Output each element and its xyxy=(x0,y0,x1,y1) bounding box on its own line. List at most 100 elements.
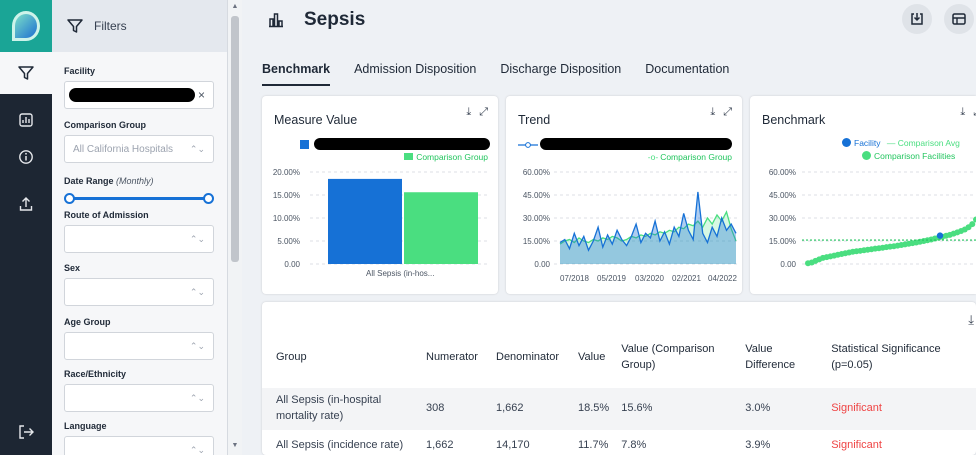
chevron-updown-icon: ⌃⌄ xyxy=(189,444,205,455)
download-report-button[interactable] xyxy=(902,4,932,34)
col-value-comparison[interactable]: Value (Comparison Group) xyxy=(615,328,739,388)
date-range-filter: Date Range (Monthly) xyxy=(64,176,214,204)
x-tick: 02/2021 xyxy=(672,274,701,283)
measure-value-card: Measure Value ⤓ ⤢ Comparison Group 20.00… xyxy=(262,96,498,294)
cell-value-comparison: 15.6% xyxy=(615,388,740,430)
cell-value-comparison: 7.8% xyxy=(621,439,647,452)
tab-admission-disposition[interactable]: Admission Disposition xyxy=(354,62,476,86)
cell-numerator: 308 xyxy=(420,388,490,430)
table-header-row: Group Numerator Denominator Value Value … xyxy=(262,328,976,388)
x-tick: All Sepsis (in-hos... xyxy=(366,269,435,278)
chevron-updown-icon: ⌃⌄ xyxy=(189,143,205,154)
age-label: Age Group xyxy=(64,317,111,327)
cell-value: 11.7% xyxy=(578,439,609,452)
col-value[interactable]: Value xyxy=(572,328,615,388)
cell-significance: Significant xyxy=(825,388,976,430)
results-table: Group Numerator Denominator Value Value … xyxy=(262,328,976,455)
table-row: All Sepsis (incidence rate) 1,662 14,170… xyxy=(262,430,976,455)
trend-card: Trend ⤓ ⤢ -o- Comparison Group 60.00% 45.… xyxy=(506,96,742,294)
page-title: Sepsis xyxy=(304,9,366,30)
race-select[interactable]: ⌃⌄ xyxy=(64,384,214,412)
route-label: Route of Admission xyxy=(64,210,149,220)
range-end-handle[interactable] xyxy=(203,193,214,204)
cell-value-difference: 3.9% xyxy=(745,439,771,452)
bar-1 xyxy=(404,192,478,264)
upload-nav-icon[interactable] xyxy=(0,196,52,212)
results-table-card: ⤓ Group Numerator Denominator Value Valu… xyxy=(262,302,976,455)
table-view-button[interactable] xyxy=(944,4,974,34)
col-value-difference[interactable]: Value Difference xyxy=(739,328,825,388)
chevron-updown-icon: ⌃⌄ xyxy=(189,286,205,297)
bar-0 xyxy=(328,178,402,264)
age-select[interactable]: ⌃⌄ xyxy=(64,332,214,360)
filters-scrollbar[interactable]: ▲ ▼ xyxy=(228,0,242,455)
sex-filter: Sex ⌃⌄ xyxy=(64,263,214,306)
range-start-handle[interactable] xyxy=(64,193,75,204)
chevron-updown-icon: ⌃⌄ xyxy=(189,340,205,351)
route-filter: Route of Admission ⌃⌄ xyxy=(64,210,214,253)
chart-nav-icon[interactable] xyxy=(0,112,52,128)
x-tick: 04/2022 xyxy=(708,274,737,283)
race-label: Race/Ethnicity xyxy=(64,369,127,379)
table-row: All Sepsis (in-hospital mortality rate) … xyxy=(262,388,976,430)
clear-icon[interactable]: × xyxy=(198,88,205,102)
language-filter: Language ⌃⌄ xyxy=(64,421,214,455)
cell-denominator: 14,170 xyxy=(496,439,530,452)
range-track xyxy=(68,197,210,200)
app-logo[interactable] xyxy=(0,0,52,52)
filters-panel: Filters Facility × Comparison Group All … xyxy=(52,0,228,455)
cell-group: All Sepsis (incidence rate) xyxy=(276,439,404,452)
scroll-down-icon[interactable]: ▼ xyxy=(228,442,242,449)
scroll-up-icon[interactable]: ▲ xyxy=(228,3,242,10)
comparison-group-filter: Comparison Group All California Hospital… xyxy=(64,120,214,163)
tab-benchmark[interactable]: Benchmark xyxy=(262,62,331,86)
tab-discharge-disposition[interactable]: Discharge Disposition xyxy=(500,62,621,86)
col-denominator[interactable]: Denominator xyxy=(490,328,572,388)
cell-denominator: 1,662 xyxy=(490,388,572,430)
redacted-value xyxy=(69,88,195,102)
cell-group: All Sepsis (in-hospital mortality rate) xyxy=(262,388,420,430)
comparison-group-value: All California Hospitals xyxy=(73,143,174,155)
tab-documentation[interactable]: Documentation xyxy=(645,62,729,86)
filter-icon xyxy=(67,19,83,33)
col-group[interactable]: Group xyxy=(262,328,420,388)
filter-nav-icon[interactable] xyxy=(0,52,52,94)
language-label: Language xyxy=(64,421,107,431)
info-nav-icon[interactable] xyxy=(0,149,52,165)
x-tick: 05/2019 xyxy=(597,274,626,283)
comparison-group-select[interactable]: All California Hospitals ⌃⌄ xyxy=(64,135,214,163)
race-filter: Race/Ethnicity ⌃⌄ xyxy=(64,369,214,412)
main-content: Sepsis Benchmark Admission Disposition D… xyxy=(242,0,976,455)
cell-value-difference: 3.0% xyxy=(739,388,826,430)
x-tick: 03/2020 xyxy=(635,274,664,283)
facility-label: Facility xyxy=(64,66,96,76)
x-tick: 07/2018 xyxy=(560,274,589,283)
facility-select[interactable]: × xyxy=(64,81,214,109)
date-range-slider[interactable] xyxy=(64,192,214,204)
comparison-group-label: Comparison Group xyxy=(64,120,147,130)
route-select[interactable]: ⌃⌄ xyxy=(64,225,214,253)
facility-filter: Facility × xyxy=(64,66,214,109)
tab-bar: Benchmark Admission Disposition Discharg… xyxy=(262,62,729,86)
benchmark-card: Benchmark ⤓ ⤢ Facility — Comparison Avg … xyxy=(750,96,976,294)
nav-rail xyxy=(0,0,52,455)
chevron-updown-icon: ⌃⌄ xyxy=(189,233,205,244)
col-numerator[interactable]: Numerator xyxy=(420,328,490,388)
sex-label: Sex xyxy=(64,263,81,273)
page-header: Sepsis xyxy=(262,6,365,34)
chevron-updown-icon: ⌃⌄ xyxy=(189,392,205,403)
col-statistical-significance[interactable]: Statistical Significance (p=0.05) xyxy=(825,328,976,388)
cell-value: 18.5% xyxy=(572,388,616,430)
language-select[interactable]: ⌃⌄ xyxy=(64,436,214,455)
chart-bars-icon xyxy=(262,6,290,34)
filters-title: Filters xyxy=(94,19,127,33)
scroll-thumb[interactable] xyxy=(231,16,239,262)
cell-significance: Significant xyxy=(831,439,882,452)
sex-select[interactable]: ⌃⌄ xyxy=(64,278,214,306)
logout-icon[interactable] xyxy=(0,424,52,440)
date-range-label: Date Range (Monthly) xyxy=(64,176,154,186)
benchmark-scatter-chart xyxy=(802,171,976,267)
trend-area-chart xyxy=(554,171,738,265)
download-icon[interactable]: ⤓ xyxy=(968,312,974,328)
measure-bar-chart xyxy=(310,171,488,265)
